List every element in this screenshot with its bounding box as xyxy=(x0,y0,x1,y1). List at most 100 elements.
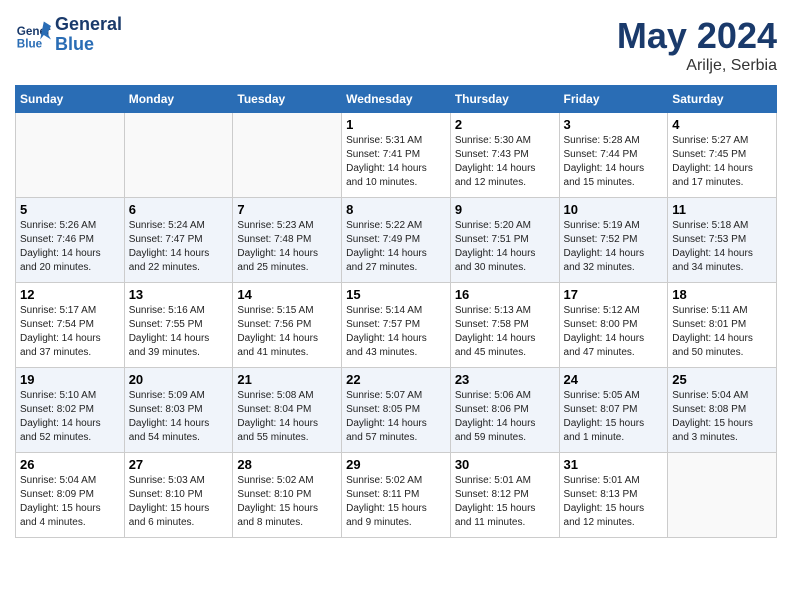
day-number: 15 xyxy=(346,287,446,302)
day-info: Sunrise: 5:22 AM Sunset: 7:49 PM Dayligh… xyxy=(346,219,446,275)
logo: General Blue General Blue xyxy=(15,15,122,55)
day-number: 24 xyxy=(564,372,664,387)
day-info: Sunrise: 5:02 AM Sunset: 8:10 PM Dayligh… xyxy=(237,474,337,530)
day-info: Sunrise: 5:28 AM Sunset: 7:44 PM Dayligh… xyxy=(564,134,664,190)
calendar-day-23: 23 Sunrise: 5:06 AM Sunset: 8:06 PM Dayli… xyxy=(450,368,559,453)
calendar-day-14: 14Sunrise: 5:15 AM Sunset: 7:56 PM Dayli… xyxy=(233,283,342,368)
day-info: Sunrise: 5:04 AM Sunset: 8:09 PM Dayligh… xyxy=(20,474,120,530)
month-title: May 2024 xyxy=(617,15,777,57)
calendar-day-24: 24Sunrise: 5:05 AM Sunset: 8:07 PM Dayli… xyxy=(559,368,668,453)
day-info: Sunrise: 5:18 AM Sunset: 7:53 PM Dayligh… xyxy=(672,219,772,275)
calendar-day-10: 10 Sunrise: 5:19 AM Sunset: 7:52 PM Dayli… xyxy=(559,198,668,283)
calendar-day-18: 18 Sunrise: 5:11 AM Sunset: 8:01 PM Dayli… xyxy=(668,283,777,368)
calendar-empty xyxy=(233,113,342,198)
day-number: 12 xyxy=(20,287,120,302)
day-info: Sunrise: 5:17 AM Sunset: 7:54 PM Dayligh… xyxy=(20,304,120,360)
day-number: 19 xyxy=(20,372,120,387)
day-info: Sunrise: 5:10 AM Sunset: 8:02 PM Dayligh… xyxy=(20,389,120,445)
day-number: 3 xyxy=(564,117,664,132)
calendar-day-4: 4Sunrise: 5:27 AM Sunset: 7:45 PM Daylig… xyxy=(668,113,777,198)
calendar-day-31: 31 Sunrise: 5:01 AM Sunset: 8:13 PM Dayli… xyxy=(559,453,668,538)
day-number: 18 xyxy=(672,287,772,302)
day-number: 26 xyxy=(20,457,120,472)
calendar-day-8: 8Sunrise: 5:22 AM Sunset: 7:49 PM Daylig… xyxy=(342,198,451,283)
calendar-day-7: 7Sunrise: 5:23 AM Sunset: 7:48 PM Daylig… xyxy=(233,198,342,283)
day-number: 14 xyxy=(237,287,337,302)
day-info: Sunrise: 5:24 AM Sunset: 7:47 PM Dayligh… xyxy=(129,219,229,275)
day-info: Sunrise: 5:01 AM Sunset: 8:13 PM Dayligh… xyxy=(564,474,664,530)
calendar-day-1: 1 Sunrise: 5:31 AM Sunset: 7:41 PM Daylig… xyxy=(342,113,451,198)
logo-icon: General Blue xyxy=(15,17,51,53)
logo-line1: General xyxy=(55,15,122,35)
calendar-table: SundayMondayTuesdayWednesdayThursdayFrid… xyxy=(15,85,777,538)
col-header-monday: Monday xyxy=(124,86,233,113)
day-info: Sunrise: 5:06 AM Sunset: 8:06 PM Dayligh… xyxy=(455,389,555,445)
day-info: Sunrise: 5:16 AM Sunset: 7:55 PM Dayligh… xyxy=(129,304,229,360)
calendar-empty xyxy=(668,453,777,538)
location-subtitle: Arilje, Serbia xyxy=(617,57,777,75)
day-number: 30 xyxy=(455,457,555,472)
day-info: Sunrise: 5:03 AM Sunset: 8:10 PM Dayligh… xyxy=(129,474,229,530)
day-info: Sunrise: 5:14 AM Sunset: 7:57 PM Dayligh… xyxy=(346,304,446,360)
day-number: 9 xyxy=(455,202,555,217)
day-number: 20 xyxy=(129,372,229,387)
col-header-wednesday: Wednesday xyxy=(342,86,451,113)
day-number: 21 xyxy=(237,372,337,387)
calendar-day-28: 28 Sunrise: 5:02 AM Sunset: 8:10 PM Dayli… xyxy=(233,453,342,538)
calendar-day-13: 13 Sunrise: 5:16 AM Sunset: 7:55 PM Dayli… xyxy=(124,283,233,368)
day-number: 29 xyxy=(346,457,446,472)
day-number: 5 xyxy=(20,202,120,217)
calendar-week-row: 26 Sunrise: 5:04 AM Sunset: 8:09 PM Dayli… xyxy=(16,453,777,538)
day-number: 11 xyxy=(672,202,772,217)
calendar-day-25: 25Sunrise: 5:04 AM Sunset: 8:08 PM Dayli… xyxy=(668,368,777,453)
day-number: 22 xyxy=(346,372,446,387)
day-number: 23 xyxy=(455,372,555,387)
day-number: 31 xyxy=(564,457,664,472)
day-number: 17 xyxy=(564,287,664,302)
day-info: Sunrise: 5:13 AM Sunset: 7:58 PM Dayligh… xyxy=(455,304,555,360)
day-info: Sunrise: 5:19 AM Sunset: 7:52 PM Dayligh… xyxy=(564,219,664,275)
calendar-day-26: 26 Sunrise: 5:04 AM Sunset: 8:09 PM Dayli… xyxy=(16,453,125,538)
calendar-day-27: 27Sunrise: 5:03 AM Sunset: 8:10 PM Dayli… xyxy=(124,453,233,538)
calendar-day-16: 16 Sunrise: 5:13 AM Sunset: 7:58 PM Dayli… xyxy=(450,283,559,368)
calendar-day-3: 3 Sunrise: 5:28 AM Sunset: 7:44 PM Daylig… xyxy=(559,113,668,198)
calendar-empty xyxy=(124,113,233,198)
col-header-saturday: Saturday xyxy=(668,86,777,113)
day-info: Sunrise: 5:01 AM Sunset: 8:12 PM Dayligh… xyxy=(455,474,555,530)
calendar-empty xyxy=(16,113,125,198)
day-number: 25 xyxy=(672,372,772,387)
page-header: General Blue General Blue May 2024 Arilj… xyxy=(15,15,777,75)
day-info: Sunrise: 5:02 AM Sunset: 8:11 PM Dayligh… xyxy=(346,474,446,530)
calendar-day-11: 11 Sunrise: 5:18 AM Sunset: 7:53 PM Dayli… xyxy=(668,198,777,283)
calendar-week-row: 12 Sunrise: 5:17 AM Sunset: 7:54 PM Dayli… xyxy=(16,283,777,368)
calendar-day-15: 15 Sunrise: 5:14 AM Sunset: 7:57 PM Dayli… xyxy=(342,283,451,368)
calendar-day-9: 9Sunrise: 5:20 AM Sunset: 7:51 PM Daylig… xyxy=(450,198,559,283)
day-info: Sunrise: 5:07 AM Sunset: 8:05 PM Dayligh… xyxy=(346,389,446,445)
calendar-day-6: 6 Sunrise: 5:24 AM Sunset: 7:47 PM Daylig… xyxy=(124,198,233,283)
day-number: 10 xyxy=(564,202,664,217)
calendar-day-30: 30 Sunrise: 5:01 AM Sunset: 8:12 PM Dayli… xyxy=(450,453,559,538)
col-header-thursday: Thursday xyxy=(450,86,559,113)
day-info: Sunrise: 5:12 AM Sunset: 8:00 PM Dayligh… xyxy=(564,304,664,360)
calendar-day-20: 20 Sunrise: 5:09 AM Sunset: 8:03 PM Dayli… xyxy=(124,368,233,453)
col-header-tuesday: Tuesday xyxy=(233,86,342,113)
day-info: Sunrise: 5:27 AM Sunset: 7:45 PM Dayligh… xyxy=(672,134,772,190)
calendar-day-12: 12 Sunrise: 5:17 AM Sunset: 7:54 PM Dayli… xyxy=(16,283,125,368)
day-info: Sunrise: 5:09 AM Sunset: 8:03 PM Dayligh… xyxy=(129,389,229,445)
day-number: 1 xyxy=(346,117,446,132)
day-number: 16 xyxy=(455,287,555,302)
calendar-day-21: 21Sunrise: 5:08 AM Sunset: 8:04 PM Dayli… xyxy=(233,368,342,453)
day-number: 6 xyxy=(129,202,229,217)
col-header-friday: Friday xyxy=(559,86,668,113)
day-info: Sunrise: 5:26 AM Sunset: 7:46 PM Dayligh… xyxy=(20,219,120,275)
calendar-day-2: 2Sunrise: 5:30 AM Sunset: 7:43 PM Daylig… xyxy=(450,113,559,198)
calendar-week-row: 1 Sunrise: 5:31 AM Sunset: 7:41 PM Daylig… xyxy=(16,113,777,198)
calendar-week-row: 5 Sunrise: 5:26 AM Sunset: 7:46 PM Daylig… xyxy=(16,198,777,283)
day-number: 13 xyxy=(129,287,229,302)
calendar-day-17: 17 Sunrise: 5:12 AM Sunset: 8:00 PM Dayli… xyxy=(559,283,668,368)
calendar-body: 1 Sunrise: 5:31 AM Sunset: 7:41 PM Daylig… xyxy=(16,113,777,538)
logo-line2: Blue xyxy=(55,35,122,55)
day-info: Sunrise: 5:31 AM Sunset: 7:41 PM Dayligh… xyxy=(346,134,446,190)
day-number: 28 xyxy=(237,457,337,472)
day-info: Sunrise: 5:11 AM Sunset: 8:01 PM Dayligh… xyxy=(672,304,772,360)
